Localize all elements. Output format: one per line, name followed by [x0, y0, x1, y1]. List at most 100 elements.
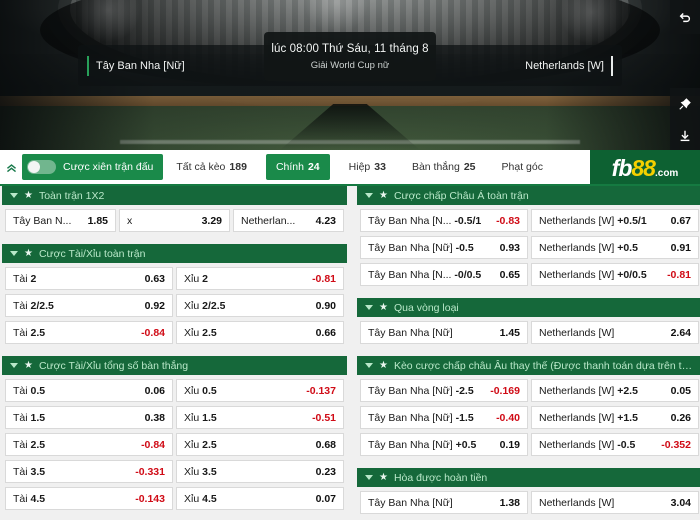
- odds-button[interactable]: Xỉu 4.5 0.07: [176, 487, 344, 510]
- tab-all-odds[interactable]: Tất cả kèo 189: [163, 150, 260, 184]
- star-icon[interactable]: ★: [24, 248, 33, 259]
- odds-button[interactable]: Tây Ban N... 1.85: [5, 209, 116, 232]
- chevron-down-icon[interactable]: [365, 193, 373, 198]
- odds-selection: Xỉu: [184, 272, 200, 285]
- odds-button[interactable]: Xỉu 2/2.5 0.90: [176, 294, 344, 317]
- market-cuoc-tai-xiu-toan-tran: ★ Cược Tài/Xỉu toàn trận Tài 2 0.63 Xỉu 2 -0.…: [2, 244, 347, 348]
- star-icon[interactable]: ★: [379, 302, 388, 313]
- match-league: Giải World Cup nữ: [310, 60, 390, 71]
- star-icon[interactable]: ★: [379, 360, 388, 371]
- market-header[interactable]: ★ Toàn trận 1X2: [2, 186, 347, 205]
- chevron-down-icon[interactable]: [10, 251, 18, 256]
- odds-button[interactable]: Xỉu 2 -0.81: [176, 267, 344, 290]
- star-icon[interactable]: ★: [379, 190, 388, 201]
- odds-row: Tây Ban Nha [Nữ] 1.45 Netherlands [W] 2.64: [357, 319, 700, 346]
- odds-button[interactable]: Xỉu 2.5 0.66: [176, 321, 344, 344]
- tab-corners[interactable]: Phạt góc: [489, 150, 560, 184]
- market-header[interactable]: ★ Cược Tài/Xỉu toàn trận: [2, 244, 347, 263]
- odds-label: Tài 0.5: [13, 385, 45, 397]
- odds-button[interactable]: Tài 1.5 0.38: [5, 406, 173, 429]
- odds-button[interactable]: Tây Ban Nha [Nữ] -2.5 -0.169: [360, 379, 528, 402]
- tab-main[interactable]: Chính 24: [265, 154, 330, 180]
- home-team: Tây Ban Nha [Nữ]: [78, 55, 185, 76]
- odds-value: 1.85: [87, 214, 108, 227]
- logo-88: 88: [631, 154, 656, 181]
- odds-value: 3.29: [201, 214, 222, 227]
- odds-button[interactable]: Tây Ban Nha [Nữ] 1.38: [360, 491, 528, 514]
- market-header[interactable]: ★ Kèo cược chấp châu Âu thay thế (Được th…: [357, 356, 700, 375]
- market-title: Cược chấp Châu Á toàn trận: [393, 189, 529, 202]
- odds-button[interactable]: Xỉu 1.5 -0.51: [176, 406, 344, 429]
- market-rows: Tây Ban Nha [Nữ] 1.38 Netherlands [W] 3.04: [357, 487, 700, 518]
- fb88-logo[interactable]: fb88.com: [590, 150, 700, 184]
- star-icon[interactable]: ★: [24, 360, 33, 371]
- odds-button[interactable]: Tây Ban Nha [Nữ] +0.5 0.19: [360, 433, 528, 456]
- chevron-down-icon[interactable]: [365, 475, 373, 480]
- odds-button[interactable]: Tài 4.5 -0.143: [5, 487, 173, 510]
- odds-button[interactable]: Tài 2.5 -0.84: [5, 433, 173, 456]
- odds-button[interactable]: Xỉu 0.5 -0.137: [176, 379, 344, 402]
- chevron-down-icon[interactable]: [365, 363, 373, 368]
- odds-row: Tây Ban Nha [Nữ] -1.5 -0.40 Netherlands [W…: [357, 404, 700, 431]
- odds-button[interactable]: Netherlands [W] +0.5 0.91: [531, 236, 699, 259]
- chevron-down-icon[interactable]: [10, 363, 18, 368]
- odds-row: Tài 4.5 -0.143 Xỉu 4.5 0.07: [2, 485, 347, 512]
- odds-button[interactable]: Netherlands [W] -0.5 -0.352: [531, 433, 699, 456]
- market-rows: Tây Ban Nha [N... -0.5/1 -0.83 Netherlands…: [357, 205, 700, 290]
- star-icon[interactable]: ★: [379, 472, 388, 483]
- odds-value: -0.84: [141, 326, 165, 339]
- odds-button[interactable]: Netherlands [W] 3.04: [531, 491, 699, 514]
- pin-icon[interactable]: [670, 88, 700, 120]
- star-icon[interactable]: ★: [24, 190, 33, 201]
- odds-button[interactable]: Tài 2/2.5 0.92: [5, 294, 173, 317]
- odds-button[interactable]: Tây Ban Nha [N... -0/0.5 0.65: [360, 263, 528, 286]
- home-accent-bar: [87, 55, 89, 76]
- download-icon[interactable]: [670, 120, 700, 150]
- chevron-down-icon[interactable]: [365, 305, 373, 310]
- odds-selection: Tài: [13, 272, 28, 285]
- odds-button[interactable]: Tây Ban Nha [Nữ] 1.45: [360, 321, 528, 344]
- market-header[interactable]: ★ Cược chấp Châu Á toàn trận: [357, 186, 700, 205]
- left-market-column: ★ Toàn trận 1X2 Tây Ban N... 1.85 x 3.29 Nethe…: [2, 186, 347, 520]
- odds-line: +1.5: [617, 411, 638, 424]
- betting-page: Tây Ban Nha [Nữ] Netherlands [W] lúc 08:…: [0, 0, 700, 520]
- odds-label: Tài 1.5: [13, 412, 45, 424]
- odds-selection: Tây Ban N...: [13, 214, 72, 227]
- tab-halves[interactable]: Hiệp 33: [336, 150, 399, 184]
- odds-selection: Tây Ban Nha [Nữ]: [368, 326, 453, 339]
- tab-main-label: Chính: [275, 161, 304, 173]
- parlay-toggle[interactable]: Cược xiên trận đấu: [22, 154, 164, 180]
- tab-goals[interactable]: Bàn thắng 25: [399, 150, 489, 184]
- odds-button[interactable]: Tây Ban Nha [Nữ] -1.5 -0.40: [360, 406, 528, 429]
- odds-button[interactable]: x 3.29: [119, 209, 230, 232]
- odds-button[interactable]: Netherlan... 4.23: [233, 209, 344, 232]
- odds-selection: Tài: [13, 465, 28, 478]
- odds-value: -0.331: [135, 465, 165, 478]
- market-header[interactable]: ★ Cược Tài/Xỉu tổng số bàn thắng: [2, 356, 347, 375]
- odds-button[interactable]: Netherlands [W] +1.5 0.26: [531, 406, 699, 429]
- odds-button[interactable]: Tài 2.5 -0.84: [5, 321, 173, 344]
- odds-button[interactable]: Tây Ban Nha [N... -0.5/1 -0.83: [360, 209, 528, 232]
- odds-button[interactable]: Tài 3.5 -0.331: [5, 460, 173, 483]
- odds-line: -0/0.5: [454, 268, 482, 281]
- market-header[interactable]: ★ Hòa được hoàn tiền: [357, 468, 700, 487]
- odds-button[interactable]: Tài 0.5 0.06: [5, 379, 173, 402]
- odds-selection: Netherlands [W]: [539, 241, 615, 254]
- odds-button[interactable]: Netherlands [W] 2.64: [531, 321, 699, 344]
- double-chevron-up-icon[interactable]: [0, 150, 22, 184]
- odds-button[interactable]: Netherlands [W] +2.5 0.05: [531, 379, 699, 402]
- undo-arrow-icon[interactable]: [670, 0, 700, 34]
- odds-line: +0.5/1: [617, 214, 647, 227]
- market-cuoc-chap-chau-a-toan-tran: ★ Cược chấp Châu Á toàn trận Tây Ban Nha […: [357, 186, 700, 290]
- odds-button[interactable]: Tây Ban Nha [Nữ] -0.5 0.93: [360, 236, 528, 259]
- odds-button[interactable]: Xỉu 2.5 0.68: [176, 433, 344, 456]
- odds-selection: Tây Ban Nha [Nữ]: [368, 241, 453, 254]
- odds-button[interactable]: Tài 2 0.63: [5, 267, 173, 290]
- odds-button[interactable]: Xỉu 3.5 0.23: [176, 460, 344, 483]
- market-header[interactable]: ★ Qua vòng loại: [357, 298, 700, 317]
- odds-button[interactable]: Netherlands [W] +0/0.5 -0.81: [531, 263, 699, 286]
- chevron-down-icon[interactable]: [10, 193, 18, 198]
- odds-button[interactable]: Netherlands [W] +0.5/1 0.67: [531, 209, 699, 232]
- parlay-switch[interactable]: [27, 160, 56, 174]
- tab-all-odds-count: 189: [229, 161, 247, 173]
